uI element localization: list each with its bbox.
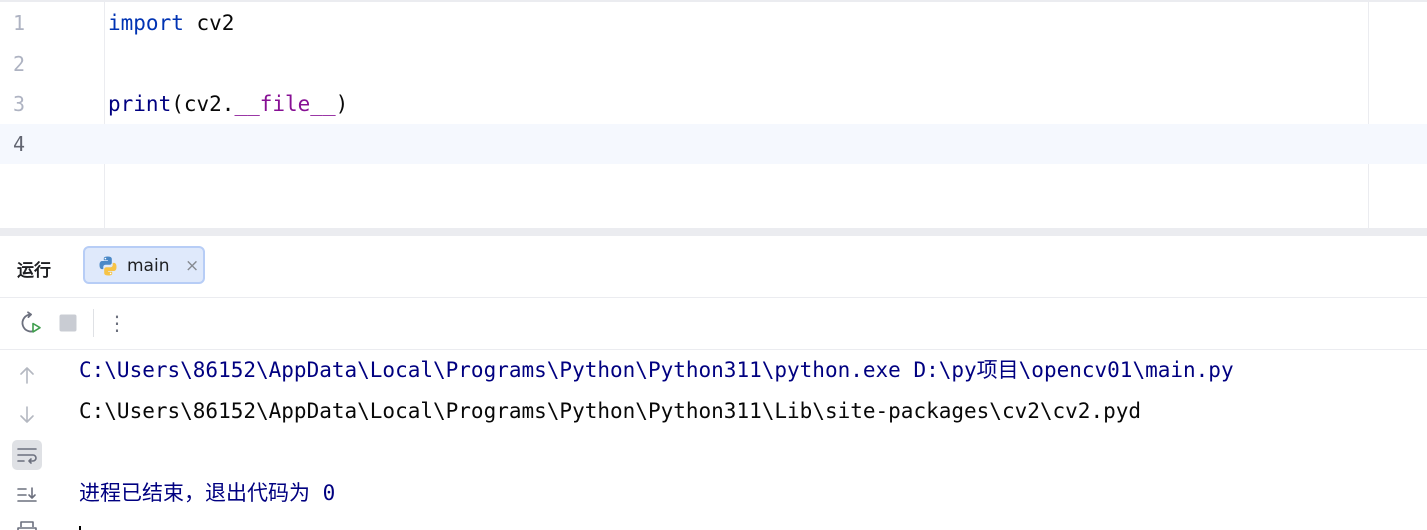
run-panel-title: 运行	[17, 261, 51, 281]
rerun-icon[interactable]	[19, 311, 43, 335]
line-number: 1	[13, 11, 26, 35]
identifier-token: (cv2.	[171, 92, 235, 116]
editor-top-border	[0, 0, 1427, 2]
editor-line-4[interactable]: 4	[0, 124, 1427, 164]
python-icon	[99, 256, 117, 276]
identifier-token: cv2	[183, 11, 235, 35]
editor-line-2[interactable]: 2	[0, 44, 1427, 84]
code-text[interactable]: print(cv2.__file__)	[108, 84, 348, 124]
builtin-token: print	[108, 92, 172, 116]
paren-token: )	[335, 92, 349, 116]
code-text[interactable]: import cv2	[108, 3, 234, 43]
run-header: 运行 main ×	[0, 236, 1427, 298]
scroll-to-end-icon[interactable]	[12, 480, 42, 510]
print-icon[interactable]	[12, 518, 42, 530]
dunder-token: __file__	[234, 92, 336, 116]
console-exit-line: 进程已结束，退出代码为 0	[79, 481, 336, 505]
code-editor[interactable]: 1 import cv2 2 3 print(cv2.__file__) 4	[0, 0, 1427, 228]
line-number: 3	[13, 92, 26, 116]
stop-icon[interactable]	[56, 311, 80, 335]
run-tab-main[interactable]: main ×	[83, 246, 205, 284]
console-side-toolbar	[0, 350, 55, 530]
keyword-token: import	[108, 11, 184, 35]
close-icon[interactable]: ×	[185, 255, 199, 277]
run-tool-window: 运行 main × ⋮ C:\Users\86152\AppData\Local…	[0, 236, 1427, 530]
run-tab-label: main	[127, 256, 170, 276]
console-command-line: C:\Users\86152\AppData\Local\Programs\Py…	[79, 358, 1234, 382]
console-output[interactable]: C:\Users\86152\AppData\Local\Programs\Py…	[79, 350, 1419, 530]
soft-wrap-icon[interactable]	[12, 440, 42, 470]
editor-line-3[interactable]: 3 print(cv2.__file__)	[0, 84, 1427, 124]
line-number: 4	[13, 132, 26, 156]
more-vertical-icon[interactable]: ⋮	[105, 311, 129, 335]
toolbar-divider	[93, 309, 94, 337]
text-caret	[79, 526, 81, 530]
line-number: 2	[13, 52, 26, 76]
run-toolbar: ⋮	[0, 297, 1427, 350]
arrow-up-icon[interactable]	[12, 360, 42, 390]
console-output-line: C:\Users\86152\AppData\Local\Programs\Py…	[79, 399, 1142, 423]
editor-line-1[interactable]: 1 import cv2	[0, 3, 1427, 43]
arrow-down-icon[interactable]	[12, 400, 42, 430]
